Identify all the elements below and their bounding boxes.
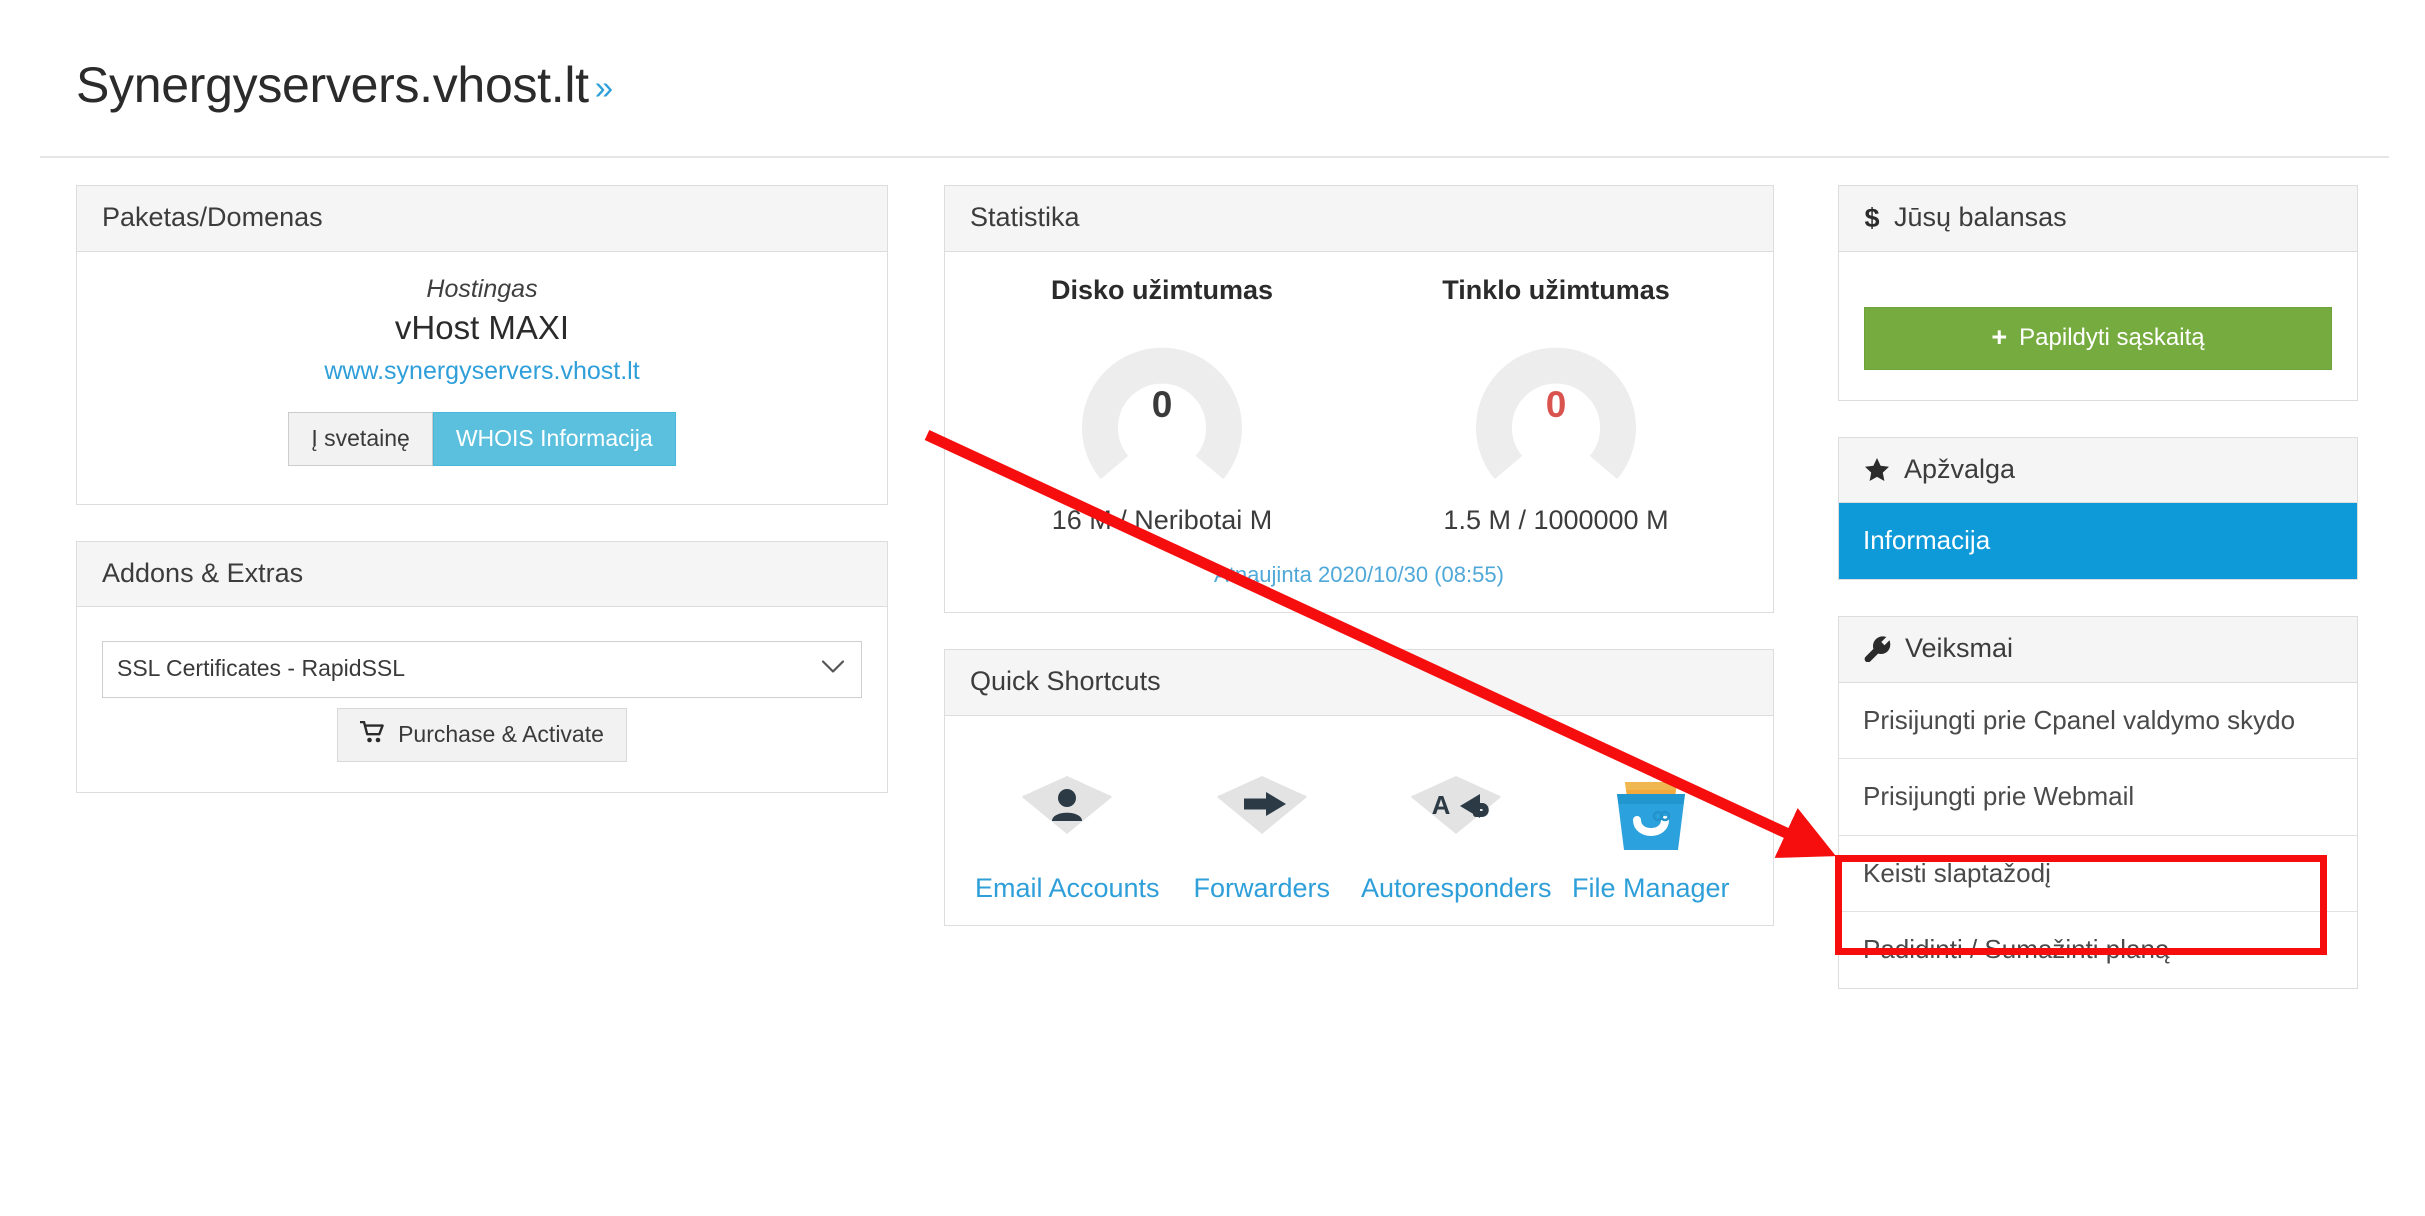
addons-extras-heading: Addons & Extras [77,541,887,608]
addons-button-row: Purchase & Activate [102,707,862,763]
add-funds-button[interactable]: + Papildyti sąskaitą [1864,306,2332,370]
wrench-icon [1864,636,1891,662]
actions-panel: Veiksmai Prisijungti prie Cpanel valdymo… [1838,615,2358,989]
stats-updated-row: Atnaujinta 2020/10/30 (08:55) [965,562,1753,588]
envelope-reply-icon: A [1359,758,1554,854]
quick-shortcuts-heading-label: Quick Shortcuts [970,666,1161,697]
plus-icon: + [1991,322,2008,353]
cart-icon [358,720,384,748]
package-domain-heading: Paketas/Domenas [77,186,887,252]
overview-list: Informacija [1839,503,2357,579]
addon-select-wrap: SSL Certificates - RapidSSL [102,641,862,698]
main-content: Paketas/Domenas Hostingas vHost MAXI www… [0,158,2425,1025]
disk-gauge-wrap: 0 [1067,320,1257,490]
file-box-icon [1554,758,1749,854]
dollar-icon: $ [1864,204,1880,232]
actions-item-cpanel-login[interactable]: Prisijungti prie Cpanel valdymo skydo [1839,682,2357,760]
disk-usage-title: Disko užimtumas [1050,274,1274,305]
package-domain-heading-label: Paketas/Domenas [102,202,323,232]
overview-heading-label: Apžvalga [1904,453,2016,484]
svg-text:$: $ [1864,204,1879,232]
page-title-text: Synergyservers.vhost.lt [76,57,589,113]
quick-shortcuts-panel: Quick Shortcuts Email Accounts Forwarder… [944,649,1774,926]
shortcut-file-manager-label: File Manager [1571,873,1730,904]
balance-heading: $ Jūsų balansas [1839,186,2357,252]
disk-usage-gauge: Disko užimtumas 0 16 M / Neribotai M [965,274,1359,537]
disk-usage-value: 0 [1151,383,1173,425]
quick-shortcuts-heading: Quick Shortcuts [945,650,1773,717]
network-usage-text: 1.5 M / 1000000 M [1443,505,1669,536]
purchase-activate-button[interactable]: Purchase & Activate [337,707,627,763]
balance-body: + Papildyti sąskaitą [1839,252,2357,400]
addons-extras-panel: Addons & Extras SSL Certificates - Rapid… [76,540,888,794]
addons-extras-body: SSL Certificates - RapidSSL Purchase & A… [77,607,887,792]
actions-item-upgrade-downgrade[interactable]: Padidinti / Sumažinti planą [1839,912,2357,988]
actions-body: Prisijungti prie Cpanel valdymo skydo Pr… [1839,682,2357,988]
svg-text:A: A [1432,790,1451,820]
add-funds-label: Papildyti sąskaitą [2019,323,2205,351]
shortcut-email-accounts[interactable]: Email Accounts [970,758,1165,904]
gauges-row: Disko užimtumas 0 16 M / Neribotai M Tin… [965,274,1753,537]
whois-info-button[interactable]: WHOIS Informacija [432,412,676,466]
overview-heading: Apžvalga [1839,437,2357,504]
overview-body: Informacija [1839,503,2357,579]
right-sidebar: $ Jūsų balansas + Papildyti sąskaitą Apž… [1838,185,2358,1025]
middle-column: Statistika Disko užimtumas 0 16 M / Neri… [944,185,1774,962]
quick-shortcuts-body: Email Accounts Forwarders A Autoresponde… [945,716,1773,924]
shortcut-autoresponders[interactable]: A Autoresponders [1359,758,1554,904]
left-column: Paketas/Domenas Hostingas vHost MAXI www… [76,185,888,829]
package-type-label: Hostingas [426,274,538,303]
statistics-body: Disko užimtumas 0 16 M / Neribotai M Tin… [945,252,1773,613]
package-domain-panel: Paketas/Domenas Hostingas vHost MAXI www… [76,185,888,505]
statistics-heading: Statistika [945,186,1773,252]
shortcut-autoresponders-label: Autoresponders [1360,873,1552,904]
page-title: Synergyservers.vhost.lt» [76,58,2425,113]
shortcut-forwarders-label: Forwarders [1193,873,1331,904]
package-plan-name: vHost MAXI [394,308,570,346]
package-domain-link[interactable]: www.synergyservers.vhost.lt [102,357,862,386]
package-domain-body: Hostingas vHost MAXI www.synergyservers.… [77,252,887,504]
balance-heading-label: Jūsų balansas [1894,202,2067,232]
envelope-arrow-icon [1165,758,1360,854]
chevron-right-icon[interactable]: » [595,69,613,106]
balance-panel: $ Jūsų balansas + Papildyti sąskaitą [1838,185,2358,401]
network-usage-title: Tinklo užimtumas [1442,274,1670,305]
star-icon [1864,457,1890,482]
actions-heading: Veiksmai [1839,616,2357,683]
statistics-heading-label: Statistika [970,202,1080,232]
envelope-user-icon [970,758,1165,854]
shortcut-email-accounts-label: Email Accounts [974,873,1160,904]
actions-heading-label: Veiksmai [1905,632,2014,663]
shortcut-forwarders[interactable]: Forwarders [1165,758,1360,904]
addons-extras-heading-label: Addons & Extras [102,557,304,588]
addon-select[interactable]: SSL Certificates - RapidSSL [102,641,862,698]
disk-usage-text: 16 M / Neribotai M [1051,505,1273,536]
purchase-activate-label: Purchase & Activate [398,721,604,748]
quick-shortcuts-grid: Email Accounts Forwarders A Autoresponde… [970,758,1748,904]
network-gauge-wrap: 0 [1461,320,1651,490]
package-button-row: Į svetainę WHOIS Informacija [102,412,862,466]
page-header: Synergyservers.vhost.lt» [0,0,2425,113]
network-usage-value: 0 [1545,383,1567,425]
actions-item-webmail-login[interactable]: Prisijungti prie Webmail [1839,759,2357,836]
network-usage-gauge: Tinklo užimtumas 0 1.5 M / 1000000 M [1359,274,1753,537]
visit-site-button[interactable]: Į svetainę [288,412,433,466]
actions-list: Prisijungti prie Cpanel valdymo skydo Pr… [1839,682,2357,988]
stats-updated-link[interactable]: Atnaujinta 2020/10/30 (08:55) [1214,562,1504,587]
overview-item-informacija[interactable]: Informacija [1839,503,2357,579]
overview-panel: Apžvalga Informacija [1838,436,2358,580]
statistics-panel: Statistika Disko užimtumas 0 16 M / Neri… [944,185,1774,614]
actions-item-change-password[interactable]: Keisti slaptažodį [1839,835,2357,913]
shortcut-file-manager[interactable]: File Manager [1554,758,1749,904]
